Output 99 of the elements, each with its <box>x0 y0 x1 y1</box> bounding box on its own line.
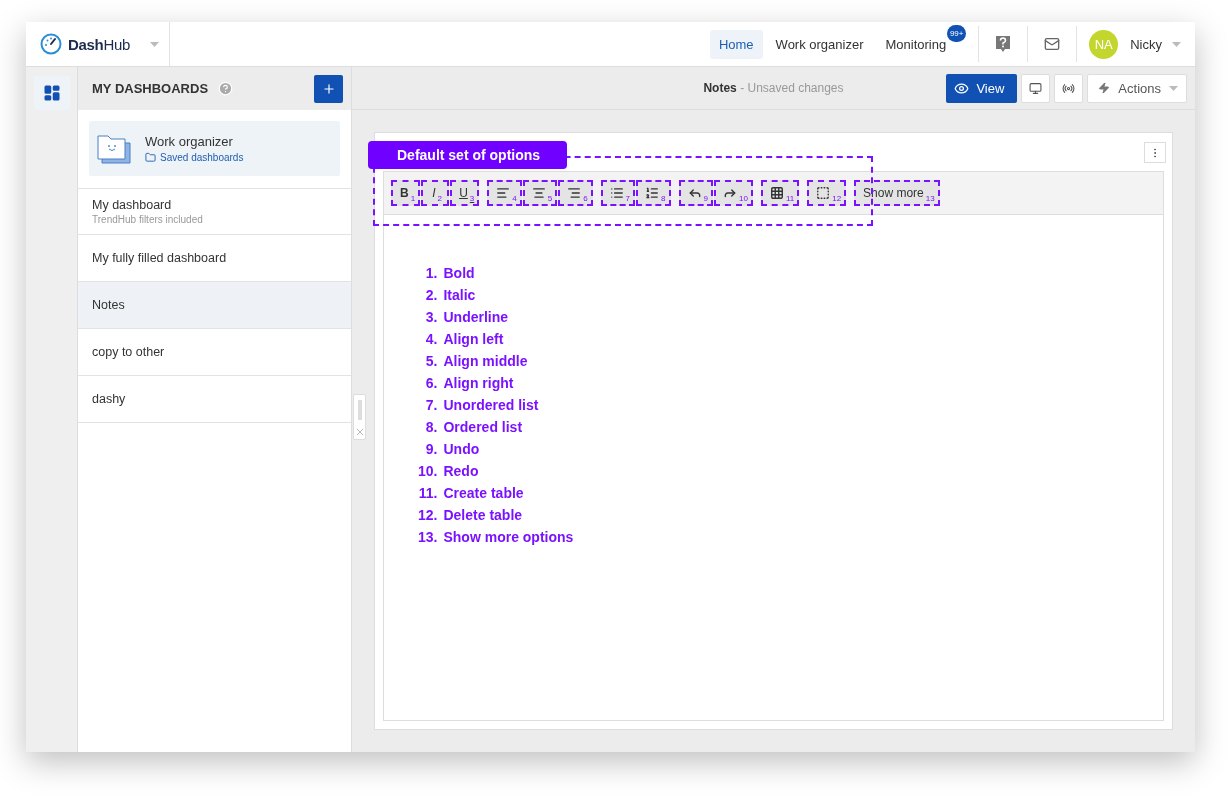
sidebar-title: MY DASHBOARDS <box>92 81 209 96</box>
marker-number: 9 <box>703 195 708 203</box>
list-item-text: Unordered list <box>443 396 539 414</box>
dashed-grid-icon <box>816 186 831 200</box>
grip-icon <box>357 399 362 420</box>
mail-icon <box>1044 36 1061 52</box>
dashboard-name: My fully filled dashboard <box>92 251 228 265</box>
marker-number: 5 <box>547 195 553 203</box>
broadcast-button[interactable] <box>1054 73 1084 103</box>
list-number: 6. <box>424 374 438 392</box>
dashboard-list-item[interactable]: Notes <box>78 282 351 329</box>
table-button[interactable]: 11 <box>760 180 800 206</box>
dashboard-folder-card[interactable]: Work organizer Saved dashboards <box>89 121 340 176</box>
delete-table-button[interactable]: 12 <box>807 180 847 206</box>
caret-icon <box>1172 41 1181 47</box>
list-item-text: Show more options <box>443 528 574 546</box>
resize-handle[interactable] <box>353 394 366 440</box>
app-logo: DashHub <box>68 35 131 53</box>
bolt-icon <box>1098 82 1111 94</box>
list-number: 2. <box>424 286 438 304</box>
dashboard-name: My dashboard <box>92 198 173 212</box>
marker-number: 13 <box>925 195 935 203</box>
list-number: 3. <box>424 308 438 326</box>
list-item-text: Underline <box>443 308 509 326</box>
present-button[interactable] <box>1021 73 1051 103</box>
align-right-button[interactable]: 6 <box>558 180 593 206</box>
bullet-list-icon <box>609 186 624 200</box>
list-item-text: Align left <box>443 330 504 348</box>
align-left-button[interactable]: 4 <box>487 180 522 206</box>
list-item-text: Delete table <box>443 506 523 524</box>
list-item-text: Align middle <box>443 352 528 370</box>
list-item-text: Italic <box>443 286 476 304</box>
redo-button[interactable]: 10 <box>713 180 753 206</box>
caret-icon <box>1169 85 1178 91</box>
list-item-text: Bold <box>443 264 475 282</box>
marker-number: 8 <box>661 195 666 203</box>
dashboard-name: Notes <box>92 298 126 312</box>
caret-icon <box>150 41 160 47</box>
marker-number: 3 <box>469 195 475 203</box>
marker-number: 4 <box>512 195 517 203</box>
list-number: 9. <box>424 440 438 458</box>
actions-button[interactable]: Actions <box>1087 73 1187 103</box>
dashboards-button[interactable] <box>34 76 70 110</box>
gauge-logo-icon <box>40 33 62 55</box>
view-button[interactable]: View <box>946 73 1018 103</box>
numbered-list-icon <box>645 186 660 200</box>
align-right-icon <box>567 186 582 200</box>
redo-icon <box>722 186 737 200</box>
marker-number: 2 <box>437 195 442 203</box>
user-name[interactable]: Nicky <box>1130 36 1162 52</box>
table-icon <box>769 186 784 200</box>
list-number: 13. <box>418 528 438 546</box>
folder-icon <box>145 152 156 163</box>
list-item-text: Create table <box>443 484 524 502</box>
list-item-text: Redo <box>443 462 479 480</box>
list-number: 12. <box>418 506 438 524</box>
bullet-list-button[interactable]: 7 <box>600 180 636 206</box>
broadcast-icon <box>1062 81 1076 95</box>
marker-number: 12 <box>832 195 842 203</box>
notification-badge: 99+ <box>947 24 967 42</box>
list-number: 1. <box>424 264 438 282</box>
marker-number: 1 <box>410 195 416 203</box>
undo-icon <box>687 186 702 200</box>
list-item-text: Undo <box>443 440 480 458</box>
monitor-icon <box>1029 81 1043 95</box>
list-number: 7. <box>424 396 438 414</box>
list-number: 4. <box>424 330 438 348</box>
close-icon <box>356 428 363 435</box>
dashboard-name: dashy <box>92 392 127 406</box>
marker-number: 10 <box>738 195 748 203</box>
list-number: 8. <box>424 418 438 436</box>
saved-dashboards-link[interactable]: Saved dashboards <box>145 152 244 163</box>
plus-icon <box>321 81 336 96</box>
dashboard-name: copy to other <box>92 345 166 359</box>
align-center-icon <box>531 186 546 200</box>
marker-number: 11 <box>785 195 795 203</box>
list-number: 10. <box>418 462 438 480</box>
undo-button[interactable]: 9 <box>678 180 713 206</box>
add-button[interactable] <box>314 74 343 103</box>
marker-number: 6 <box>583 195 588 203</box>
nav-link[interactable]: Home <box>709 29 763 59</box>
marker-number: 7 <box>625 195 631 203</box>
nav-link[interactable]: Work organizer <box>766 29 873 59</box>
dashboard-note: TrendHub filters included <box>92 214 204 225</box>
help-icon <box>995 35 1012 53</box>
dashboard-icon <box>43 84 61 102</box>
eye-icon <box>954 80 970 96</box>
numbered-list-button[interactable]: 8 <box>636 180 671 206</box>
list-number: 5. <box>424 352 438 370</box>
list-number: 11. <box>418 484 438 502</box>
folder-title: Work organizer <box>145 134 234 149</box>
list-item-text: Ordered list <box>443 418 523 436</box>
list-item-text: Align right <box>443 374 514 392</box>
align-left-icon <box>496 186 511 200</box>
annotation-label: Default set of options <box>368 141 567 169</box>
align-center-button[interactable]: 5 <box>522 180 558 206</box>
dashboard-title: Notes - Unsaved changes <box>703 81 844 95</box>
dashboard-list-item[interactable]: My dashboard TrendHub filters included <box>78 188 351 235</box>
help-icon <box>218 81 234 96</box>
